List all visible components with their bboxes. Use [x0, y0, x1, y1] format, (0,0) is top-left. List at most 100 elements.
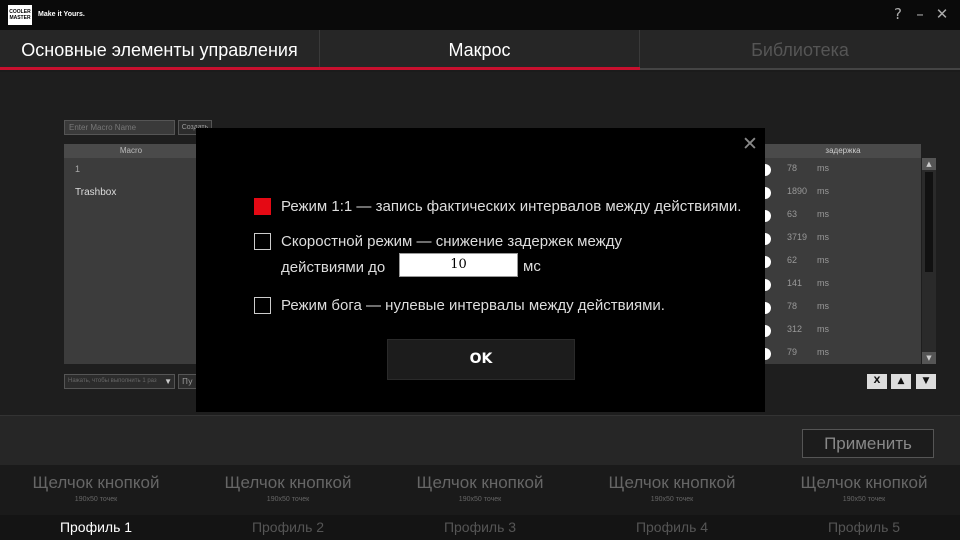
list-item[interactable]: 1	[64, 158, 198, 181]
profile-button-2[interactable]: Щелчок кнопкой 190x50 точек	[192, 465, 384, 515]
profile-button-label: Щелчок кнопкой	[416, 473, 544, 492]
delay-unit: ms	[817, 232, 829, 242]
profile-tab-2[interactable]: Профиль 2	[192, 515, 384, 540]
delay-value: 1890	[787, 186, 808, 196]
title-bar: COOLER MASTER Make it Yours. ? – ✕	[0, 0, 960, 30]
delay-unit: ms	[817, 324, 829, 334]
profile-button-size: 190x50 точек	[266, 496, 310, 503]
delete-event-button[interactable]: X	[867, 374, 887, 389]
slogan: Make it Yours.	[38, 11, 85, 18]
delay-value: 63	[787, 209, 798, 219]
profile-button-label: Щелчок кнопкой	[608, 473, 736, 492]
main-tabs: Основные элементы управления Макрос Библ…	[0, 30, 960, 70]
table-row[interactable]: 78 ms	[765, 158, 921, 181]
delay-value: 78	[787, 163, 798, 173]
event-dot-icon	[765, 325, 771, 337]
profile-button-label: Щелчок кнопкой	[224, 473, 352, 492]
profile-slot-5: Щелчок кнопкой 190x50 точек Профиль 5	[768, 465, 960, 540]
delay-value: 312	[787, 324, 803, 334]
speed-delay-input[interactable]: 10	[399, 253, 518, 277]
table-row[interactable]: 141 ms	[765, 273, 921, 296]
profile-tab-5[interactable]: Профиль 5	[768, 515, 960, 540]
checkbox-god-mode[interactable]	[254, 297, 271, 314]
help-icon[interactable]: ?	[889, 5, 907, 25]
delay-value: 62	[787, 255, 798, 265]
move-up-button[interactable]: ▲	[891, 374, 911, 389]
table-row[interactable]: 1890 ms	[765, 181, 921, 204]
profile-button-size: 190x50 точек	[842, 496, 886, 503]
close-icon[interactable]: ✕	[740, 134, 760, 154]
event-dot-icon	[765, 302, 771, 314]
delay-list: задержка 78 ms 1890 ms 63 ms 3719 ms 62 ms 14…	[765, 144, 921, 364]
delay-value: 3719	[787, 232, 808, 242]
table-row[interactable]: 3719 ms	[765, 227, 921, 250]
table-row[interactable]: 79 ms	[765, 342, 921, 364]
delay-unit: ms	[817, 347, 829, 357]
tab-active-underline	[0, 67, 640, 70]
logo-line-2: MASTER	[9, 15, 31, 21]
checkbox-speed-mode[interactable]	[254, 233, 271, 250]
profile-tab-1[interactable]: Профиль 1	[0, 515, 192, 540]
tab-basic-controls[interactable]: Основные элементы управления	[0, 30, 320, 70]
profile-strip: Щелчок кнопкой 190x50 точек Профиль 1 Ще…	[0, 465, 960, 540]
event-dot-icon	[765, 256, 771, 268]
table-row[interactable]: 312 ms	[765, 319, 921, 342]
event-dot-icon	[765, 187, 771, 199]
profile-button-label: Щелчок кнопкой	[32, 473, 160, 492]
delay-unit: ms	[817, 209, 829, 219]
event-dot-icon	[765, 279, 771, 291]
profile-button-size: 190x50 точек	[650, 496, 694, 503]
profile-button-5[interactable]: Щелчок кнопкой 190x50 точек	[768, 465, 960, 515]
profile-button-label: Щелчок кнопкой	[800, 473, 928, 492]
profile-slot-2: Щелчок кнопкой 190x50 точек Профиль 2	[192, 465, 384, 540]
close-icon[interactable]: ✕	[933, 5, 951, 25]
cooler-master-logo: COOLER MASTER	[8, 5, 32, 25]
profile-button-4[interactable]: Щелчок кнопкой 190x50 точек	[576, 465, 768, 515]
macro-list: Macro 1 Trashbox	[64, 144, 198, 364]
event-dot-icon	[765, 164, 771, 176]
table-row[interactable]: 62 ms	[765, 250, 921, 273]
tab-library[interactable]: Библиотека	[640, 30, 960, 70]
list-item[interactable]: Trashbox	[64, 181, 198, 204]
scroll-thumb[interactable]	[925, 172, 933, 272]
delay-list-scrollbar[interactable]: ▲ ▼	[922, 158, 936, 364]
delay-value: 78	[787, 301, 798, 311]
delay-unit: ms	[817, 301, 829, 311]
chevron-down-icon: ▼	[164, 377, 172, 386]
table-row[interactable]: 78 ms	[765, 296, 921, 319]
event-dot-icon	[765, 348, 771, 360]
minimize-icon[interactable]: –	[911, 5, 929, 25]
profile-tab-3[interactable]: Профиль 3	[384, 515, 576, 540]
apply-button[interactable]: Применить	[802, 429, 934, 458]
profile-slot-1: Щелчок кнопкой 190x50 точек Профиль 1	[0, 465, 192, 540]
profile-button-size: 190x50 точек	[458, 496, 502, 503]
macro-name-input[interactable]: Enter Macro Name	[64, 120, 175, 135]
speed-unit-label: мс	[523, 258, 541, 275]
macro-run-mode-select[interactable]: Нажать, чтобы выполнить 1 раз ▼	[64, 374, 175, 389]
macro-action-button[interactable]: Пу	[178, 374, 198, 389]
tab-macro[interactable]: Макрос	[320, 30, 640, 70]
profile-button-1[interactable]: Щелчок кнопкой 190x50 точек	[0, 465, 192, 515]
event-dot-icon	[765, 210, 771, 222]
scroll-up-icon[interactable]: ▲	[922, 158, 936, 170]
profile-button-3[interactable]: Щелчок кнопкой 190x50 точек	[384, 465, 576, 515]
option-speed-mode-label: Скоростной режим — снижение задержек меж…	[281, 233, 622, 250]
delay-unit: ms	[817, 255, 829, 265]
delay-unit: ms	[817, 163, 829, 173]
move-down-button[interactable]: ▼	[916, 374, 936, 389]
option-god-mode-label: Режим бога — нулевые интервалы между дей…	[281, 297, 665, 314]
delay-value: 141	[787, 278, 803, 288]
profile-slot-4: Щелчок кнопкой 190x50 точек Профиль 4	[576, 465, 768, 540]
option-real-time-label: Режим 1:1 — запись фактических интервало…	[281, 198, 742, 215]
table-row[interactable]: 63 ms	[765, 204, 921, 227]
option-speed-mode-label-2: действиями до	[281, 259, 386, 276]
select-value: Нажать, чтобы выполнить 1 раз	[68, 378, 157, 384]
delay-unit: ms	[817, 186, 829, 196]
delay-list-header: задержка	[765, 144, 921, 158]
delay-value: 79	[787, 347, 798, 357]
ok-button[interactable]: OK	[387, 339, 575, 380]
checkbox-real-time[interactable]	[254, 198, 271, 215]
scroll-down-icon[interactable]: ▼	[922, 352, 936, 364]
macro-list-header: Macro	[64, 144, 198, 158]
profile-tab-4[interactable]: Профиль 4	[576, 515, 768, 540]
